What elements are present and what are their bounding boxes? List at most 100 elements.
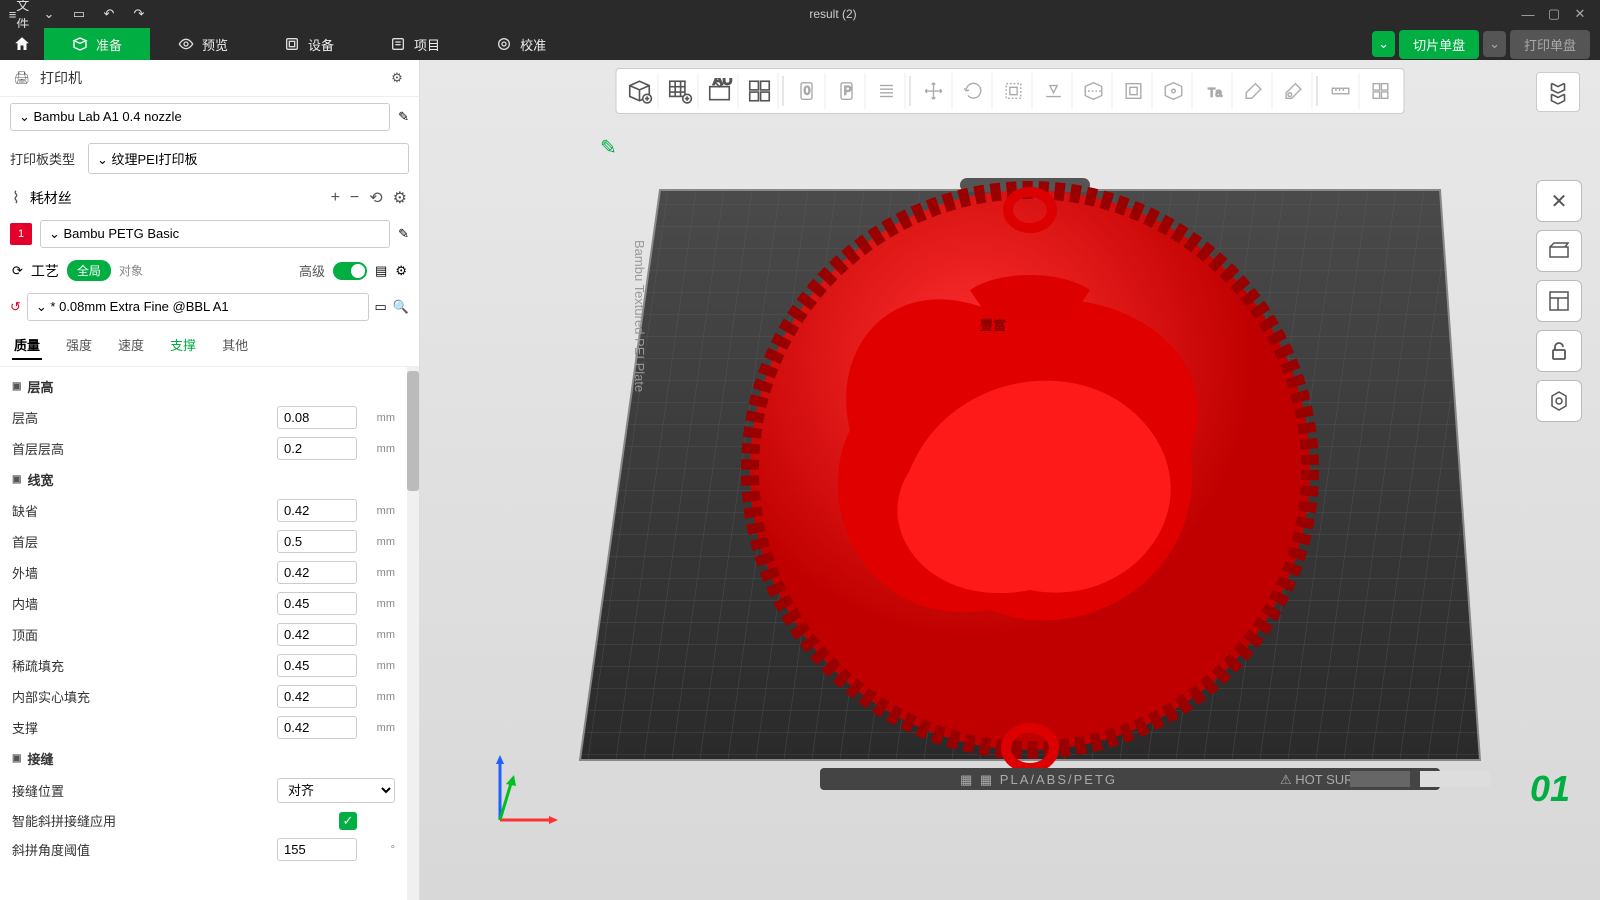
printer-edit-icon[interactable]: ✎ <box>398 109 409 125</box>
tab-speed[interactable]: 速度 <box>116 331 146 360</box>
close-icon[interactable]: ✕ <box>1570 5 1590 23</box>
param-sparse-infill-input[interactable] <box>277 654 357 677</box>
dropdown-icon[interactable]: ⌄ <box>40 5 58 23</box>
process-global-pill[interactable]: 全局 <box>67 260 111 281</box>
filament-settings-icon[interactable]: ⚙ <box>393 188 407 208</box>
sidetool-layout-icon[interactable] <box>1536 280 1582 322</box>
param-solid-infill-input[interactable] <box>277 685 357 708</box>
sidetool-lock-icon[interactable] <box>1536 330 1582 372</box>
filament-icon: ⌇ <box>12 188 20 208</box>
minimize-icon[interactable]: — <box>1518 5 1538 23</box>
param-smart-scarf-checkbox[interactable]: ✓ <box>339 812 357 830</box>
tool-auto-arrange-icon[interactable]: AUTO <box>701 73 739 109</box>
slice-button[interactable]: 切片单盘 <box>1399 30 1479 59</box>
unit-mm: mm <box>365 443 395 455</box>
tab-project[interactable]: 项目 <box>362 28 468 60</box>
process-save-icon[interactable]: ▭ <box>375 299 387 315</box>
tool-support-paint-icon[interactable] <box>1155 73 1193 109</box>
process-search-icon[interactable]: 🔍 <box>393 299 409 315</box>
group-layer-height[interactable]: ▣层高 <box>0 371 407 402</box>
tool-color-paint-icon[interactable] <box>1235 73 1273 109</box>
param-first-layer-height-input[interactable] <box>277 437 357 460</box>
group-line-width-label: 线宽 <box>27 470 53 489</box>
tool-assembly-view-icon[interactable] <box>1536 72 1580 112</box>
param-layer-height-input[interactable] <box>277 406 357 429</box>
redo-icon[interactable]: ↷ <box>130 5 148 23</box>
tab-other[interactable]: 其他 <box>220 331 250 360</box>
tool-split-icon[interactable]: P <box>828 73 866 109</box>
printer-preset-select[interactable]: ⌄ Bambu Lab A1 0.4 nozzle <box>10 103 390 131</box>
advanced-toggle[interactable] <box>333 262 367 280</box>
unit-mm: mm <box>365 598 395 610</box>
param-outer-wall-input[interactable] <box>277 561 357 584</box>
filament-swatch-1[interactable]: 1 <box>10 223 32 245</box>
tab-calibrate[interactable]: 校准 <box>468 28 574 60</box>
tool-scale-icon[interactable] <box>995 73 1033 109</box>
tool-layers-icon[interactable] <box>868 73 906 109</box>
tool-assembly-icon[interactable] <box>1362 73 1400 109</box>
process-object-pill[interactable]: 对象 <box>119 262 143 279</box>
tool-text-icon[interactable]: Ta <box>1195 73 1233 109</box>
process-compare-icon[interactable]: ▤ <box>375 263 387 279</box>
tab-preview[interactable]: 预览 <box>150 28 256 60</box>
tool-flatten-icon[interactable] <box>1035 73 1073 109</box>
reset-icon[interactable]: ↺ <box>10 299 21 315</box>
param-seam-position-select[interactable]: 对齐 <box>277 778 395 803</box>
param-scarf-angle-input[interactable] <box>277 838 357 861</box>
tab-calibrate-label: 校准 <box>520 35 546 54</box>
tool-seam-paint-icon[interactable] <box>1275 73 1313 109</box>
group-seam[interactable]: ▣接缝 <box>0 743 407 774</box>
unit-mm: mm <box>365 567 395 579</box>
tool-orient-icon[interactable]: 0 <box>788 73 826 109</box>
plate-number: 01 <box>1530 768 1570 810</box>
sidetool-settings-icon[interactable] <box>1536 380 1582 422</box>
axis-gizmo[interactable] <box>480 750 560 830</box>
unit-deg: ° <box>365 844 395 856</box>
param-top-surface-input[interactable] <box>277 623 357 646</box>
file-menu[interactable]: ≡ 文件 <box>10 5 28 23</box>
group-line-width[interactable]: ▣线宽 <box>0 464 407 495</box>
process-preset-select[interactable]: ⌄ * 0.08mm Extra Fine @BBL A1 <box>27 293 369 321</box>
filament-edit-icon[interactable]: ✎ <box>398 226 409 242</box>
process-settings-icon[interactable]: ⚙ <box>395 263 407 279</box>
tool-measure-icon[interactable] <box>1322 73 1360 109</box>
params-scrollbar[interactable] <box>407 367 419 900</box>
edit-pen-icon[interactable]: ✎ <box>600 135 617 160</box>
param-first-layer-lw-label: 首层 <box>12 532 269 551</box>
print-label: 打印单盘 <box>1524 38 1576 53</box>
tool-rotate-icon[interactable] <box>955 73 993 109</box>
tool-arrange-icon[interactable] <box>741 73 779 109</box>
filament-select-1[interactable]: ⌄ Bambu PETG Basic <box>40 220 390 248</box>
sidetool-view-icon[interactable] <box>1536 230 1582 272</box>
unit-mm: mm <box>365 691 395 703</box>
tool-move-icon[interactable] <box>915 73 953 109</box>
plate-type-select[interactable]: ⌄ 纹理PEI打印板 <box>88 143 409 174</box>
home-button[interactable] <box>0 28 44 60</box>
tab-strength[interactable]: 强度 <box>64 331 94 360</box>
maximize-icon[interactable]: ▢ <box>1544 5 1564 23</box>
tab-quality[interactable]: 质量 <box>12 331 42 360</box>
sidetool-close-icon[interactable]: ✕ <box>1536 180 1582 222</box>
tab-prepare[interactable]: 准备 <box>44 28 150 60</box>
tool-mesh-icon[interactable] <box>1115 73 1153 109</box>
print-dropdown[interactable]: ⌄ <box>1483 31 1506 57</box>
tab-support[interactable]: 支撑 <box>168 331 198 360</box>
tab-device[interactable]: 设备 <box>256 28 362 60</box>
viewport-3d[interactable]: AUTO 0 P Ta ✎ <box>420 60 1600 900</box>
slice-dropdown[interactable]: ⌄ <box>1372 31 1395 57</box>
save-icon[interactable]: ▭ <box>70 5 88 23</box>
param-first-layer-lw-input[interactable] <box>277 530 357 553</box>
param-default-lw-input[interactable] <box>277 499 357 522</box>
tool-add-plate-icon[interactable] <box>661 73 699 109</box>
printer-settings-icon[interactable]: ⚙ <box>387 68 407 88</box>
print-button[interactable]: 打印单盘 <box>1510 30 1590 59</box>
tool-cut-icon[interactable] <box>1075 73 1113 109</box>
filament-remove-icon[interactable]: − <box>350 189 359 207</box>
tool-add-cube-icon[interactable] <box>621 73 659 109</box>
param-solid-infill-label: 内部实心填充 <box>12 687 269 706</box>
filament-add-icon[interactable]: + <box>331 189 340 207</box>
param-inner-wall-input[interactable] <box>277 592 357 615</box>
filament-sync-icon[interactable]: ⟲ <box>369 188 382 208</box>
undo-icon[interactable]: ↶ <box>100 5 118 23</box>
param-support-lw-input[interactable] <box>277 716 357 739</box>
